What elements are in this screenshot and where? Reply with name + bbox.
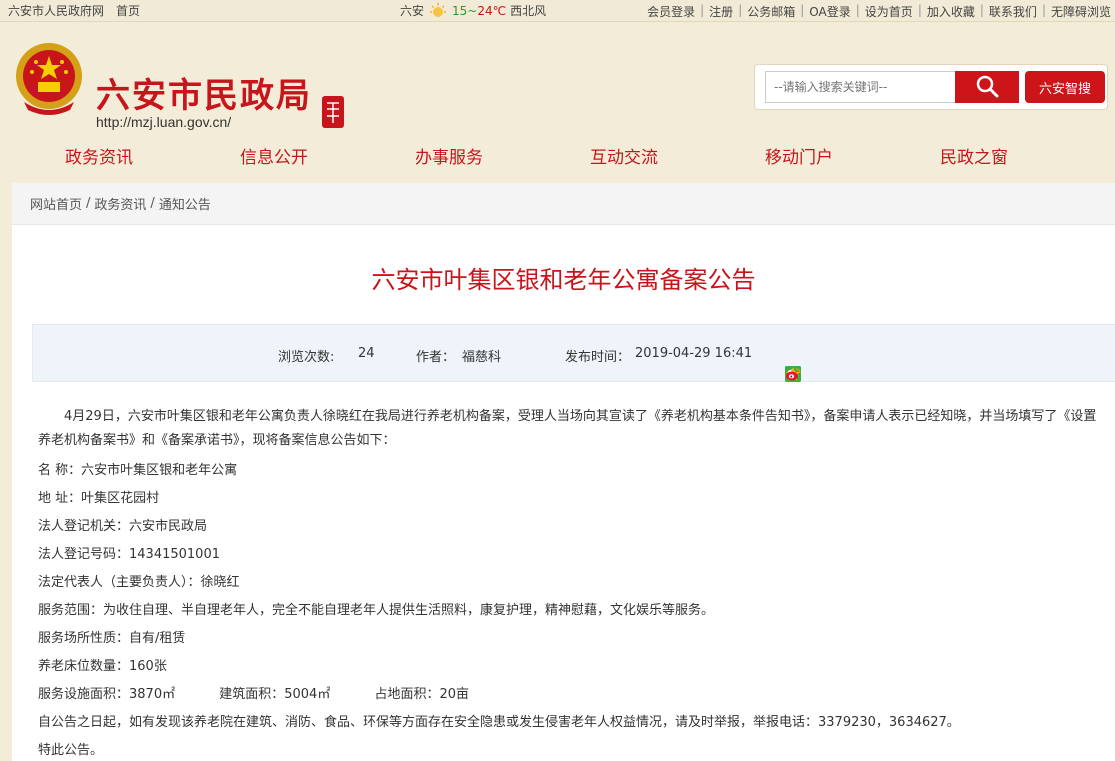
link-favorite[interactable]: 加入收藏 [927,3,975,20]
info-line-reg-number: 法人登记号码：14341501001 [38,547,220,562]
site-title: 六安市民政局 [96,76,312,116]
breadcrumb-separator: / [150,196,155,211]
weather-high: 24℃ [477,3,507,18]
search-box: 六安智搜 [754,64,1108,110]
breadcrumb-notice[interactable]: 通知公告 [159,194,211,213]
weather-temp-sep: ~ [467,3,478,18]
area-service: 服务设施面积：3870㎡ [38,687,176,702]
report-notice: 自公告之日起，如有发现该养老院在建筑、消防、食品、环保等方面存在安全隐患或发生侵… [38,715,960,730]
content-panel: 网站首页 / 政务资讯 / 通知公告 六安市叶集区银和老年公寓备案公告 浏览次数… [12,183,1115,761]
nav-item-info-disclosure[interactable]: 信息公开 [240,143,415,168]
link-mail[interactable]: 公务邮箱 [747,3,795,20]
national-emblem-icon [10,40,88,118]
views-label: 浏览次数: [278,350,335,365]
info-line-areas: 服务设施面积：3870㎡ 建筑面积：5004㎡ 占地面积：20亩 [38,681,1108,709]
breadcrumb-news[interactable]: 政务资讯 [94,194,146,213]
smart-search-button[interactable]: 六安智搜 [1025,71,1105,103]
article-body: 4月29日，六安市叶集区银和老年公寓负责人徐晓红在我局进行养老机构备案，受理人当… [38,405,1108,761]
main-nav: 政务资讯 信息公开 办事服务 互动交流 移动门户 民政之窗 [0,130,1115,180]
weibo-icon[interactable] [785,366,801,382]
site-header: 六安市民政局 http://mzj.luan.gov.cn/ 六安智搜 [0,22,1115,130]
article-meta: 浏览次数: 24 作者： 福慈科 发布时间： 2019-04-29 16:41 [32,324,1115,382]
author-name: 福慈科 [462,350,502,365]
info-line-representative: 法定代表人（主要负责人）：徐晓红 [38,575,240,590]
link-register[interactable]: 注册 [709,3,733,20]
weather-city: 六安 [400,4,425,18]
search-icon [975,74,999,101]
info-line-address: 地 址：叶集区花园村 [38,491,160,506]
breadcrumb-home[interactable]: 网站首页 [30,194,82,213]
sun-icon [428,2,448,19]
top-links-left: 六安市人民政府网 首页 [8,2,140,19]
link-oa-login[interactable]: OA登录 [809,3,850,20]
info-line-service-scope: 服务范围：为收住自理、半自理老年人，完全不能自理老年人提供生活照料，康复护理，精… [38,603,715,618]
site-url: http://mzj.luan.gov.cn/ [96,114,232,130]
article-title: 六安市叶集区银和老年公寓备案公告 [371,266,756,294]
info-line-premises: 服务场所性质：自有/租赁 [38,631,186,646]
author-label: 作者： [416,350,456,365]
search-input[interactable] [765,71,955,103]
weather-wind: 西北风 [510,4,547,18]
nav-item-mobile[interactable]: 移动门户 [765,143,940,168]
nav-item-civil-window[interactable]: 民政之窗 [940,143,1115,168]
link-member-login[interactable]: 会员登录 [647,3,695,20]
nav-item-news[interactable]: 政务资讯 [65,143,240,168]
views-count: 24 [358,346,375,361]
publish-date: 2019-04-29 16:41 [635,346,753,361]
weather-widget: 六安 15~24℃ 西北风 [400,2,546,19]
top-bar: 六安市人民政府网 首页 六安 15~24℃ 西北风 会员登录 | 注册 | 公务邮箱… [0,0,1115,22]
weather-low: 15 [452,3,468,18]
link-set-home[interactable]: 设为首页 [865,3,913,20]
weather-temp: 15~24℃ [452,4,506,18]
seal-icon [318,94,348,130]
info-line-registrar: 法人登记机关：六安市民政局 [38,519,208,534]
closing-line: 特此公告。 [38,743,104,758]
link-gov-site[interactable]: 六安市人民政府网 [8,2,104,19]
info-line-name: 名 称：六安市叶集区银和老年公寓 [38,463,238,478]
nav-item-interaction[interactable]: 互动交流 [590,143,765,168]
top-links-right: 会员登录 | 注册 | 公务邮箱 | OA登录 | 设为首页 | 加入收藏 | 联系我们 | … [647,3,1111,20]
link-accessibility[interactable]: 无障碍浏览 [1051,3,1111,20]
breadcrumb-separator: / [86,196,91,211]
area-land: 占地面积：20亩 [374,687,470,702]
article-intro: 4月29日，六安市叶集区银和老年公寓负责人徐晓红在我局进行养老机构备案，受理人当… [38,409,1097,448]
info-line-beds: 养老床位数量：160张 [38,659,167,674]
nav-item-services[interactable]: 办事服务 [415,143,590,168]
area-building: 建筑面积：5004㎡ [219,687,331,702]
link-contact[interactable]: 联系我们 [989,3,1037,20]
breadcrumb: 网站首页 / 政务资讯 / 通知公告 [12,183,1115,225]
search-button[interactable] [955,71,1019,103]
link-home[interactable]: 首页 [116,2,140,19]
publish-date-label: 发布时间： [565,350,631,365]
